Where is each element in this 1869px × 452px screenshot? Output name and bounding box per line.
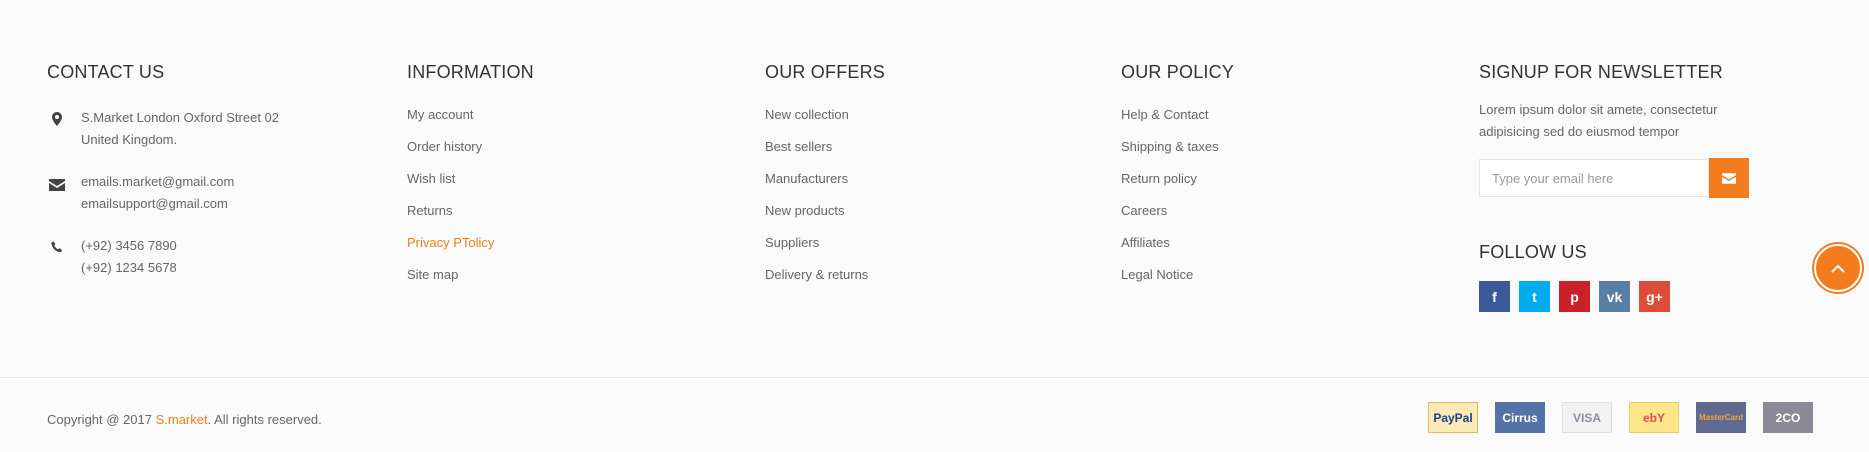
pinterest-button[interactable]: p xyxy=(1559,281,1590,312)
follow-section: FOLLOW US f t p vk g+ xyxy=(1479,242,1769,312)
copyright-prefix: Copyright @ 2017 xyxy=(47,412,156,427)
payment-methods: PayPal Cirrus VISA ebY MasterCard 2CO xyxy=(1428,402,1813,433)
ebay-logo: ebY xyxy=(1629,402,1679,433)
link-order-history[interactable]: Order history xyxy=(407,139,534,155)
link-best-sellers[interactable]: Best sellers xyxy=(765,139,885,155)
link-new-collection[interactable]: New collection xyxy=(765,107,885,123)
contact-phones: (+92) 3456 7890 (+92) 1234 5678 xyxy=(47,235,279,279)
policy-links: Help & Contact Shipping & taxes Return p… xyxy=(1121,107,1234,283)
vk-button[interactable]: vk xyxy=(1599,281,1630,312)
phone-2: (+92) 1234 5678 xyxy=(81,260,177,275)
footer-top: CONTACT US S.Market London Oxford Street… xyxy=(0,0,1869,378)
link-shipping-taxes[interactable]: Shipping & taxes xyxy=(1121,139,1234,155)
follow-title: FOLLOW US xyxy=(1479,242,1587,262)
phone-1: (+92) 3456 7890 xyxy=(81,238,177,253)
newsletter-submit-button[interactable] xyxy=(1709,158,1749,198)
offers-links: New collection Best sellers Manufacturer… xyxy=(765,107,885,283)
twitter-icon: t xyxy=(1532,288,1537,305)
pinterest-icon: p xyxy=(1570,288,1579,305)
google-plus-button[interactable]: g+ xyxy=(1639,281,1670,312)
information-column: INFORMATION My account Order history Wis… xyxy=(407,62,534,299)
twitter-button[interactable]: t xyxy=(1519,281,1550,312)
link-affiliates[interactable]: Affiliates xyxy=(1121,235,1234,251)
map-marker-icon xyxy=(49,111,65,127)
link-return-policy[interactable]: Return policy xyxy=(1121,171,1234,187)
google-plus-icon: g+ xyxy=(1646,288,1663,305)
information-links: My account Order history Wish list Retur… xyxy=(407,107,534,283)
newsletter-column: SIGNUP FOR NEWSLETTER Lorem ipsum dolor … xyxy=(1479,62,1769,312)
newsletter-text: Lorem ipsum dolor sit amete, consectetur… xyxy=(1479,102,1718,139)
facebook-button[interactable]: f xyxy=(1479,281,1510,312)
footer-bottom: Copyright @ 2017 S.market. All rights re… xyxy=(0,378,1869,452)
link-delivery-returns[interactable]: Delivery & returns xyxy=(765,267,885,283)
link-legal-notice[interactable]: Legal Notice xyxy=(1121,267,1234,283)
paypal-logo: PayPal xyxy=(1428,402,1478,433)
back-to-top-button[interactable] xyxy=(1814,244,1862,292)
policy-column: OUR POLICY Help & Contact Shipping & tax… xyxy=(1121,62,1234,299)
phone-icon xyxy=(49,239,65,255)
link-site-map[interactable]: Site map xyxy=(407,267,534,283)
contact-address: S.Market London Oxford Street 02 United … xyxy=(47,107,279,151)
contact-title: CONTACT US xyxy=(47,62,165,82)
contact-column: CONTACT US S.Market London Oxford Street… xyxy=(47,62,279,299)
brand-link[interactable]: S.market xyxy=(156,412,208,427)
offers-column: OUR OFFERS New collection Best sellers M… xyxy=(765,62,885,299)
email-2[interactable]: emailsupport@gmail.com xyxy=(81,193,279,215)
2co-logo: 2CO xyxy=(1763,402,1813,433)
copyright-suffix: . All rights reserved. xyxy=(207,412,322,427)
facebook-icon: f xyxy=(1492,288,1497,305)
envelope-icon xyxy=(49,177,65,193)
email-1[interactable]: emails.market@gmail.com xyxy=(81,171,279,193)
chevron-up-icon xyxy=(1831,264,1845,273)
newsletter-form xyxy=(1479,158,1769,198)
link-new-products[interactable]: New products xyxy=(765,203,885,219)
link-suppliers[interactable]: Suppliers xyxy=(765,235,885,251)
address-line-2: United Kingdom. xyxy=(81,132,178,147)
newsletter-title: SIGNUP FOR NEWSLETTER xyxy=(1479,62,1723,82)
link-help-contact[interactable]: Help & Contact xyxy=(1121,107,1234,123)
link-my-account[interactable]: My account xyxy=(407,107,534,123)
policy-title: OUR POLICY xyxy=(1121,62,1235,82)
address-line-1: S.Market London Oxford Street 02 xyxy=(81,110,279,125)
link-wish-list[interactable]: Wish list xyxy=(407,171,534,187)
contact-emails: emails.market@gmail.com emailsupport@gma… xyxy=(47,171,279,215)
social-links: f t p vk g+ xyxy=(1479,281,1769,312)
copyright: Copyright @ 2017 S.market. All rights re… xyxy=(47,412,322,427)
link-manufacturers[interactable]: Manufacturers xyxy=(765,171,885,187)
offers-title: OUR OFFERS xyxy=(765,62,886,82)
link-returns[interactable]: Returns xyxy=(407,203,534,219)
vk-icon: vk xyxy=(1606,288,1623,305)
envelope-icon xyxy=(1722,172,1736,184)
mastercard-logo: MasterCard xyxy=(1696,402,1746,433)
link-privacy-policy[interactable]: Privacy PTolicy xyxy=(407,235,534,251)
newsletter-email-input[interactable] xyxy=(1479,159,1709,197)
cirrus-logo: Cirrus xyxy=(1495,402,1545,433)
information-title: INFORMATION xyxy=(407,62,534,82)
link-careers[interactable]: Careers xyxy=(1121,203,1234,219)
visa-logo: VISA xyxy=(1562,402,1612,433)
